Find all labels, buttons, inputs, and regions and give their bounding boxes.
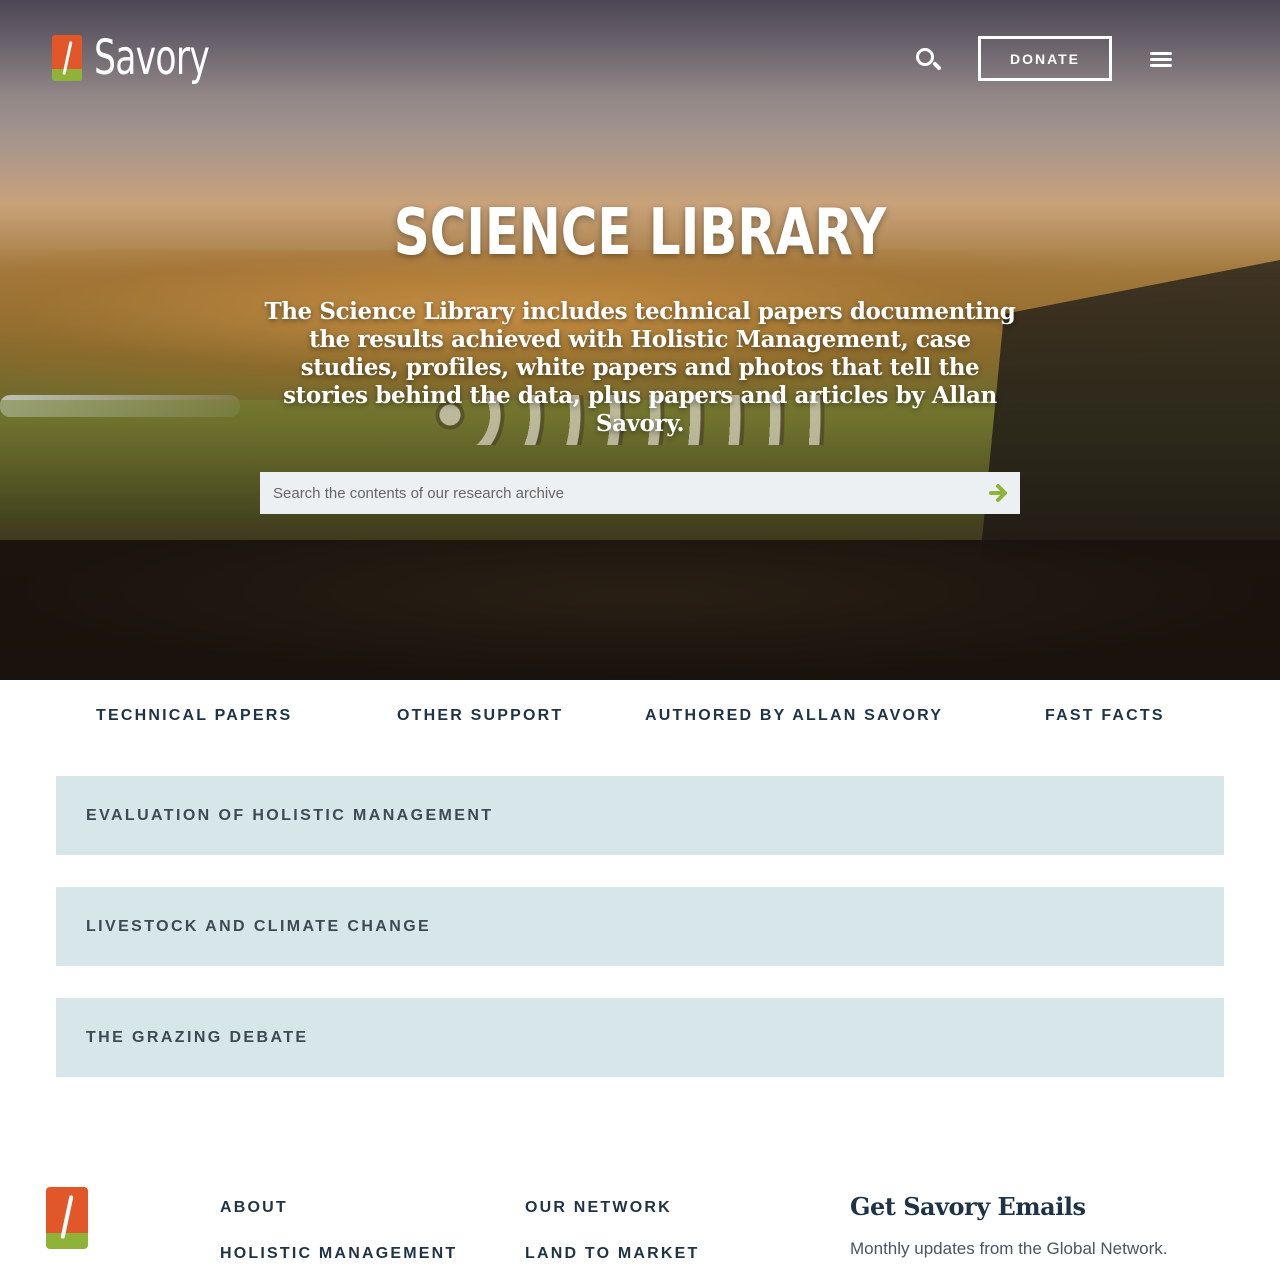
site-logo[interactable]: Savory bbox=[52, 30, 254, 86]
hero-photo-soil bbox=[0, 540, 1280, 680]
tab-fast-facts[interactable]: FAST FACTS bbox=[1045, 696, 1165, 736]
library-tabs: TECHNICAL PAPERS OTHER SUPPORT AUTHORED … bbox=[0, 696, 1280, 736]
footer-link-our-network[interactable]: OUR NETWORK bbox=[525, 1199, 672, 1217]
accordion-item-label: THE GRAZING DEBATE bbox=[86, 1028, 309, 1046]
archive-search-input[interactable] bbox=[260, 472, 978, 514]
email-signup-heading: Get Savory Emails bbox=[850, 1192, 1086, 1221]
accordion-item-label: EVALUATION OF HOLISTIC MANAGEMENT bbox=[86, 806, 494, 824]
tab-other-support[interactable]: OTHER SUPPORT bbox=[397, 696, 563, 736]
hamburger-menu-icon[interactable] bbox=[1150, 50, 1172, 68]
donate-button[interactable]: DONATE bbox=[978, 36, 1112, 81]
savory-logo-icon bbox=[52, 35, 82, 81]
search-submit-button[interactable] bbox=[978, 472, 1020, 514]
logo-text: Savory bbox=[94, 30, 210, 86]
footer-link-about[interactable]: ABOUT bbox=[220, 1199, 288, 1217]
email-signup-subtext: Monthly updates from the Global Network. bbox=[850, 1239, 1168, 1258]
search-icon[interactable] bbox=[912, 44, 942, 74]
footer-link-land-to-market[interactable]: LAND TO MARKET bbox=[525, 1245, 700, 1263]
tab-authored-by-allan-savory[interactable]: AUTHORED BY ALLAN SAVORY bbox=[645, 696, 943, 736]
accordion-item-label: LIVESTOCK AND CLIMATE CHANGE bbox=[86, 917, 432, 935]
archive-search-bar bbox=[260, 472, 1020, 514]
accordion-item-evaluation[interactable]: EVALUATION OF HOLISTIC MANAGEMENT bbox=[56, 776, 1224, 855]
page-title: SCIENCE LIBRARY bbox=[393, 196, 887, 270]
accordion-item-grazing-debate[interactable]: THE GRAZING DEBATE bbox=[56, 998, 1224, 1077]
arrow-right-icon bbox=[989, 484, 1007, 502]
hero-description: The Science Library includes technical p… bbox=[264, 298, 1016, 437]
accordion-item-livestock-climate[interactable]: LIVESTOCK AND CLIMATE CHANGE bbox=[56, 887, 1224, 966]
tab-technical-papers[interactable]: TECHNICAL PAPERS bbox=[96, 696, 292, 736]
footer-link-holistic-management[interactable]: HOLISTIC MANAGEMENT bbox=[220, 1245, 457, 1263]
footer-logo-icon[interactable] bbox=[46, 1187, 88, 1249]
